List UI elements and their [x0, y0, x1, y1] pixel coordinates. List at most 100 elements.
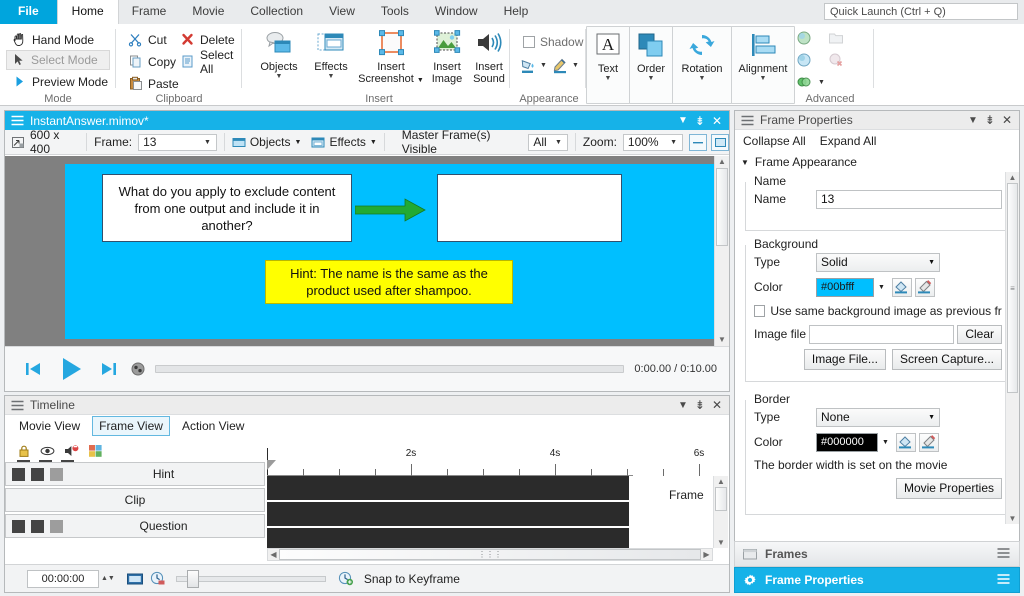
canvas-scrollbar-vertical[interactable]: ▲ ▼ [714, 156, 729, 346]
menu-hamburger-icon[interactable] [11, 400, 24, 411]
chevron-down-icon[interactable]: ▼ [882, 439, 889, 446]
seek-bar[interactable] [155, 365, 625, 373]
resize-icon[interactable] [11, 136, 26, 149]
play-button[interactable] [57, 355, 85, 383]
slide-background[interactable]: What do you apply to exclude content fro… [65, 164, 717, 339]
tab-tools[interactable]: Tools [368, 0, 422, 24]
skip-next-button[interactable] [99, 359, 119, 379]
scroll-up-arrow-icon[interactable]: ▲ [1006, 172, 1019, 183]
snap-to-keyframe-label[interactable]: Snap to Keyframe [364, 572, 460, 586]
timecode-field[interactable]: 00:00:00 [27, 569, 99, 588]
preview-mode-button[interactable]: Preview Mode [8, 72, 116, 92]
effects-dropdown-button[interactable]: Effects ▼ [311, 135, 377, 149]
screen-capture-button[interactable]: Screen Capture... [891, 348, 1002, 370]
advanced-green-circle-button[interactable] [796, 30, 812, 49]
track-lock-toggle[interactable] [12, 467, 25, 481]
tab-collection[interactable]: Collection [237, 0, 316, 24]
text-button[interactable]: A Text ▼ [586, 26, 630, 104]
hint-box[interactable]: Hint: The name is the same as the produc… [265, 260, 513, 304]
scroll-up-arrow-icon[interactable]: ▲ [715, 156, 729, 168]
slide-canvas[interactable]: What do you apply to exclude content fro… [5, 156, 729, 346]
chevron-down-icon[interactable]: ▼ [968, 115, 978, 126]
chevron-down-icon[interactable]: ▼ [667, 139, 682, 146]
scroll-left-arrow-icon[interactable]: ◀ [268, 550, 279, 559]
shadow-checkbox[interactable]: Shadow [518, 32, 587, 52]
cut-button[interactable]: Cut [124, 30, 171, 50]
paste-button[interactable]: Paste [124, 74, 183, 94]
pin-icon[interactable]: ⇟ [695, 398, 705, 412]
tab-action-view[interactable]: Action View [176, 417, 250, 435]
skip-previous-button[interactable] [23, 359, 43, 379]
mute-speaker-icon[interactable] [64, 444, 79, 461]
chevron-down-icon[interactable]: ▼ [818, 79, 825, 86]
clear-button[interactable]: Clear [957, 324, 1002, 344]
table-row[interactable]: Hint [5, 462, 265, 486]
scrollbar-thumb[interactable] [716, 168, 728, 246]
menu-hamburger-icon[interactable] [741, 115, 754, 126]
chevron-down-icon[interactable]: ▼ [878, 284, 885, 291]
chevron-down-icon[interactable]: ▼ [741, 158, 749, 167]
track-mute-toggle[interactable] [50, 519, 63, 533]
chevron-down-icon[interactable]: ▼ [587, 75, 629, 82]
name-input[interactable]: 13 [816, 189, 1002, 209]
chevron-down-icon[interactable]: ▼ [540, 62, 547, 69]
eye-icon[interactable] [40, 444, 55, 461]
delete-button[interactable]: Delete [176, 30, 239, 50]
section-frame-appearance[interactable]: ▼ Frame Appearance [735, 152, 1019, 172]
timeline-ruler[interactable]: 2s 4s 6s 8s 10s [267, 448, 995, 476]
chevron-down-icon[interactable]: ▼ [678, 115, 688, 126]
frame-select[interactable]: 13 ▼ [138, 133, 217, 151]
border-type-select[interactable]: None ▼ [816, 407, 940, 427]
menu-hamburger-icon[interactable] [997, 573, 1019, 587]
lock-icon[interactable] [17, 444, 31, 461]
fill-color-button[interactable]: ▼ [520, 56, 547, 74]
image-file-button[interactable]: Image File... [803, 348, 886, 370]
chevron-down-icon[interactable]: ▼ [928, 259, 935, 266]
advanced-link-button[interactable]: ▼ [796, 74, 825, 90]
tab-home[interactable]: Home [56, 0, 119, 24]
movie-properties-button[interactable]: Movie Properties [895, 477, 1002, 499]
advanced-folder-button[interactable] [828, 30, 844, 49]
chevron-down-icon[interactable]: ▼ [552, 139, 567, 146]
order-button[interactable]: Order ▼ [629, 26, 673, 104]
properties-scrollbar-vertical[interactable]: ▲ ≡ ▼ [1005, 172, 1019, 524]
color-grid-icon[interactable] [88, 444, 103, 461]
scroll-right-arrow-icon[interactable]: ▶ [701, 550, 712, 559]
zoom-slider[interactable] [175, 569, 326, 588]
background-color-eyedropper-button[interactable] [914, 277, 935, 297]
background-color-picker-button[interactable] [891, 277, 912, 297]
use-same-background-checkbox[interactable] [754, 304, 766, 317]
tab-frame-view[interactable]: Frame View [92, 416, 170, 436]
advanced-delete-button[interactable] [828, 52, 844, 71]
scroll-down-arrow-icon[interactable]: ▼ [1006, 513, 1019, 524]
timeline-scrollbar-vertical[interactable]: ▲ ▼ [713, 476, 728, 548]
chevron-down-icon[interactable]: ▼ [630, 75, 672, 82]
green-arrow-icon[interactable] [355, 197, 435, 223]
image-file-input[interactable] [808, 324, 955, 344]
table-row[interactable]: Question [5, 514, 265, 538]
scrollbar-thumb[interactable] [715, 487, 727, 511]
chevron-down-icon[interactable]: ▼ [928, 414, 935, 421]
playhead-handle[interactable] [267, 460, 276, 470]
border-color-eyedropper-button[interactable] [918, 432, 939, 452]
line-color-button[interactable]: ▼ [552, 56, 579, 74]
chevron-down-icon[interactable]: ▼ [201, 139, 216, 146]
border-color-picker-button[interactable] [895, 432, 916, 452]
tab-frame[interactable]: Frame [119, 0, 180, 24]
chevron-down-icon[interactable]: ▼ [732, 75, 794, 82]
keyframe-button[interactable] [150, 571, 166, 586]
tab-file[interactable]: File [0, 0, 57, 24]
scroll-down-arrow-icon[interactable]: ▼ [714, 537, 728, 548]
chevron-down-icon[interactable]: ▼ [295, 139, 302, 146]
chevron-down-icon[interactable]: ▼ [673, 75, 731, 82]
chevron-down-icon[interactable]: ▼ [254, 73, 304, 80]
insert-image-button[interactable]: Insert Image [426, 27, 468, 85]
master-frames-select[interactable]: All ▼ [528, 133, 568, 151]
pin-icon[interactable]: ⇟ [695, 114, 705, 128]
objects-button[interactable]: Objects ▼ [254, 27, 304, 80]
background-type-select[interactable]: Solid ▼ [816, 252, 940, 272]
hand-mode-button[interactable]: Hand Mode [8, 30, 116, 50]
close-icon[interactable]: ✕ [712, 398, 722, 412]
tab-movie[interactable]: Movie [179, 0, 237, 24]
tab-window[interactable]: Window [422, 0, 491, 24]
